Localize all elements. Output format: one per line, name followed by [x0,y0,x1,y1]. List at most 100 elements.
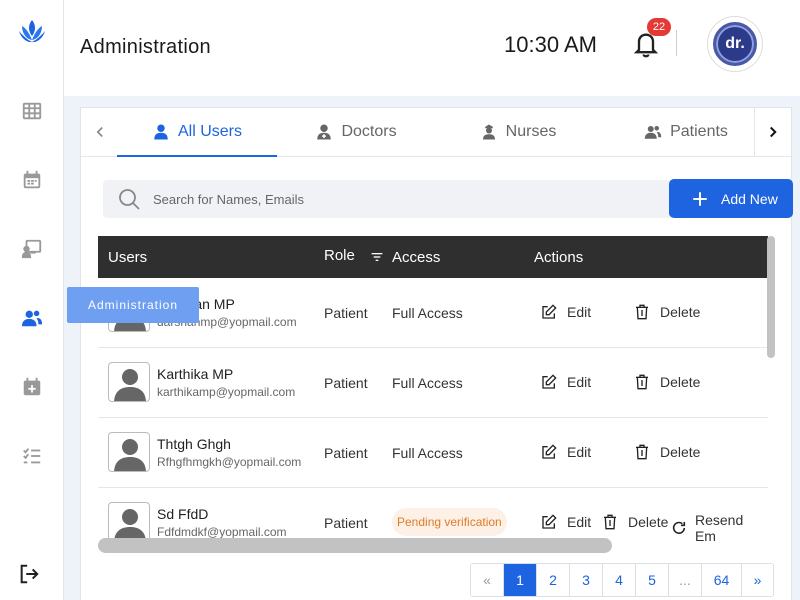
add-new-label: Add New [721,190,778,207]
tab-nurses[interactable]: Nurses [443,108,593,155]
tab-label: Doctors [341,122,397,140]
table-icon[interactable] [20,99,44,123]
sidebar-tooltip: Administration [67,287,199,323]
calendar-plus-icon[interactable] [20,375,44,399]
delete-label: Delete [628,514,669,530]
edit-label: Edit [567,374,592,390]
user-avatar-icon [108,362,150,402]
users-icon [644,125,662,139]
lotus-logo-icon[interactable] [17,16,47,46]
tab-doctors[interactable]: Doctors [281,108,431,155]
edit-button[interactable]: Edit [541,304,591,320]
user-icon [154,124,168,139]
users-card: All Users Doctors Nurses Patients Add Ne… [80,107,793,600]
pagination-ellipsis: ... [668,564,701,596]
user-avatar-icon [108,502,150,542]
search-icon [119,189,140,210]
plus-icon [693,191,707,206]
delete-label: Delete [660,444,701,460]
notification-badge: 22 [647,18,671,36]
presentation-icon[interactable] [20,237,44,261]
pagination: « 1 2 3 4 5 ... 64 » [470,563,774,597]
column-header-users[interactable]: Users [108,236,147,278]
filter-icon[interactable] [369,236,385,278]
tab-divider [754,108,755,157]
user-access: Full Access [392,305,463,321]
chevron-right-icon[interactable] [761,120,785,144]
column-header-access[interactable]: Access [392,236,440,278]
checklist-icon[interactable] [20,444,44,468]
pagination-page[interactable]: 64 [701,564,741,596]
search-bar [103,180,673,218]
delete-label: Delete [660,374,701,390]
user-name: Thtgh Ghgh [157,436,231,452]
profile-avatar[interactable]: dr. [707,16,763,72]
delete-button[interactable]: Delete [634,444,700,460]
calendar-icon[interactable] [20,168,44,192]
user-role: Patient [324,375,368,391]
resend-email-button[interactable]: Resend Em [671,512,768,544]
nurse-icon [482,124,495,139]
user-email: karthikamp@yopmail.com [157,385,296,399]
edit-button[interactable]: Edit [541,444,591,460]
user-email: Fdfdmdkf@yopmail.com [157,525,287,539]
table-header: Users Role Access Actions [98,236,768,278]
page-title: Administration [80,36,211,58]
trash-icon [636,444,648,460]
trash-icon [636,374,648,390]
resend-label: Resend Em [694,512,744,544]
column-header-role[interactable]: Role [324,236,355,276]
pagination-page[interactable]: 3 [569,564,602,596]
vertical-scrollbar[interactable] [767,236,775,358]
edit-icon [542,374,557,389]
refresh-icon [672,521,686,534]
pagination-page[interactable]: 2 [536,564,569,596]
edit-icon [542,514,557,529]
edit-label: Edit [567,304,592,320]
tab-label: All Users [177,122,242,140]
horizontal-scrollbar[interactable] [98,538,612,553]
chevron-left-icon[interactable] [88,120,112,144]
column-header-actions: Actions [534,248,584,266]
top-header: Administration 10:30 AM 22 dr. [64,0,800,96]
add-new-button[interactable]: Add New [669,179,793,218]
users-icon[interactable] [20,306,44,330]
delete-button[interactable]: Delete [602,514,668,530]
tab-all-users[interactable]: All Users [117,108,277,157]
pagination-page[interactable]: 4 [602,564,635,596]
tab-label: Patients [670,122,728,140]
edit-label: Edit [567,514,592,530]
avatar-logo-text: dr. [713,22,757,66]
user-name: Karthika MP [157,366,234,382]
users-table: Users Role Access Actions Darshan MP dar… [98,236,768,554]
delete-button[interactable]: Delete [634,304,700,320]
delete-button[interactable]: Delete [634,374,700,390]
user-access: Full Access [392,445,463,461]
tab-patients[interactable]: Patients [611,108,761,155]
pagination-next[interactable]: » [741,564,773,596]
sidebar [0,0,64,600]
status-badge: Pending verification [392,508,507,536]
user-access: Full Access [392,375,463,391]
user-email: Rfhgfhmgkh@yopmail.com [157,455,302,469]
tab-label: Nurses [505,122,557,140]
edit-icon [542,444,557,459]
edit-label: Edit [567,444,592,460]
trash-icon [604,514,616,530]
pagination-prev[interactable]: « [471,564,503,596]
search-input[interactable] [153,191,633,207]
header-divider [676,30,677,56]
logout-icon[interactable] [17,562,41,586]
user-role: Patient [324,515,368,531]
edit-button[interactable]: Edit [541,374,591,390]
user-name: Sd FfdD [157,506,209,522]
table-row[interactable]: Karthika MP karthikamp@yopmail.com Patie… [98,348,768,418]
pagination-page[interactable]: 1 [503,564,536,596]
tabs-bar: All Users Doctors Nurses Patients [81,108,793,157]
edit-button[interactable]: Edit [541,514,591,530]
user-avatar-icon [108,432,150,472]
table-row[interactable]: Thtgh Ghgh Rfhgfhmgkh@yopmail.com Patien… [98,418,768,488]
trash-icon [636,304,648,320]
pagination-page[interactable]: 5 [635,564,668,596]
doctor-icon [317,124,332,139]
